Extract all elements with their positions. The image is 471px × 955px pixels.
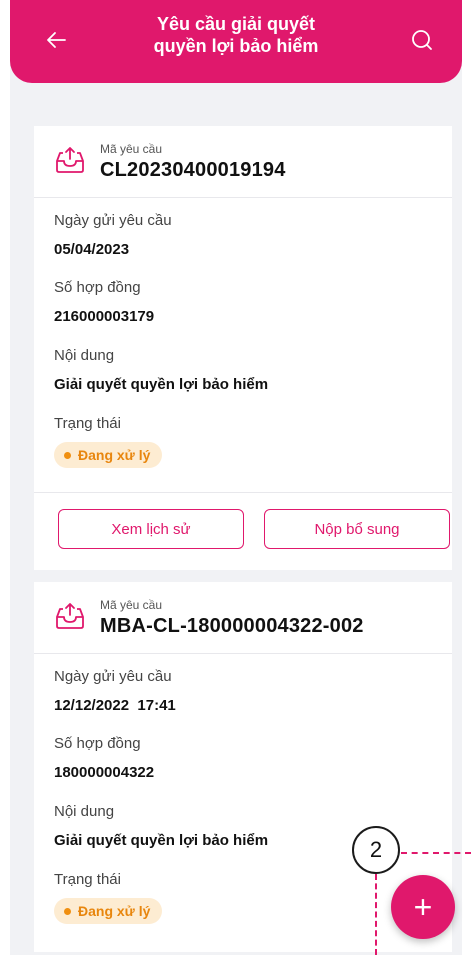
submit-date-field: Ngày gửi yêu cầu 05/04/2023 (54, 212, 172, 258)
arrow-left-icon (47, 32, 66, 48)
claim-code: CL20230400019194 (100, 159, 286, 181)
claim-code-label: Mã yêu cầu (100, 598, 163, 612)
contract-number-label: Số hợp đồng (54, 735, 141, 752)
claim-card-header: Mã yêu cầu MBA-CL-180000004322-002 (34, 582, 452, 654)
claim-card-header: Mã yêu cầu CL20230400019194 (34, 126, 452, 198)
annotation-dashed-line (375, 874, 377, 955)
add-claim-fab-button[interactable]: + (391, 875, 455, 939)
content-value: Giải quyết quyền lợi bảo hiểm (54, 832, 269, 849)
claim-card[interactable]: Mã yêu cầu MBA-CL-180000004322-002 Ngày … (34, 582, 452, 952)
status-field: Trạng thái Đang xử lý (54, 415, 163, 468)
submit-date-value: 05/04/2023 (54, 241, 130, 258)
status-dot-icon (64, 907, 71, 915)
annotation-callout: 2 (352, 826, 400, 874)
page-title: Yêu cầu giải quyết quyền lợi bảo hiểm (110, 13, 362, 57)
claims-screen: Yêu cầu giải quyết quyền lợi bảo hiểm Mã… (10, 0, 462, 955)
status-badge-text: Đang xử lý (78, 903, 151, 919)
contract-number-value: 180000004322 (54, 764, 155, 781)
contract-number-label: Số hợp đồng (54, 279, 141, 296)
inbox-upload-icon (56, 147, 84, 173)
submit-date-label: Ngày gửi yêu cầu (54, 212, 172, 229)
submit-supplement-button[interactable]: Nộp bổ sung (264, 509, 450, 549)
submit-date-field: Ngày gửi yêu cầu 12/12/2022 17:41 (54, 668, 176, 714)
content-value: Giải quyết quyền lợi bảo hiểm (54, 376, 269, 393)
status-badge-text: Đang xử lý (78, 447, 151, 463)
annotation-dashed-line (401, 852, 471, 854)
status-dot-icon (64, 451, 71, 459)
status-badge: Đang xử lý (54, 898, 163, 924)
search-icon (412, 30, 432, 50)
status-field: Trạng thái Đang xử lý (54, 871, 163, 924)
app-header: Yêu cầu giải quyết quyền lợi bảo hiểm (10, 0, 462, 83)
claim-code-label: Mã yêu cầu (100, 142, 163, 156)
contract-number-field: Số hợp đồng 216000003179 (54, 279, 154, 325)
inbox-upload-icon (56, 603, 84, 629)
content-field: Nội dung Giải quyết quyền lợi bảo hiểm (54, 347, 268, 393)
view-history-button[interactable]: Xem lịch sử (58, 509, 244, 549)
content-field: Nội dung Giải quyết quyền lợi bảo hiểm (54, 803, 268, 849)
back-button[interactable] (38, 22, 74, 58)
search-button[interactable] (404, 22, 440, 58)
page-title-line1: Yêu cầu giải quyết (156, 14, 316, 34)
submit-date-label: Ngày gửi yêu cầu (54, 668, 172, 685)
page-title-line2: quyền lợi bảo hiểm (153, 36, 319, 56)
status-label: Trạng thái (54, 871, 121, 888)
status-label: Trạng thái (54, 415, 121, 432)
content-label: Nội dung (54, 803, 115, 820)
content-label: Nội dung (54, 347, 115, 364)
claim-card[interactable]: Mã yêu cầu CL20230400019194 Ngày gửi yêu… (34, 126, 452, 570)
status-badge: Đang xử lý (54, 442, 163, 468)
claim-code: MBA-CL-180000004322-002 (100, 615, 364, 637)
submit-date-value: 12/12/2022 17:41 (54, 697, 176, 714)
contract-number-field: Số hợp đồng 180000004322 (54, 735, 154, 781)
contract-number-value: 216000003179 (54, 308, 155, 325)
card-divider (34, 492, 452, 493)
